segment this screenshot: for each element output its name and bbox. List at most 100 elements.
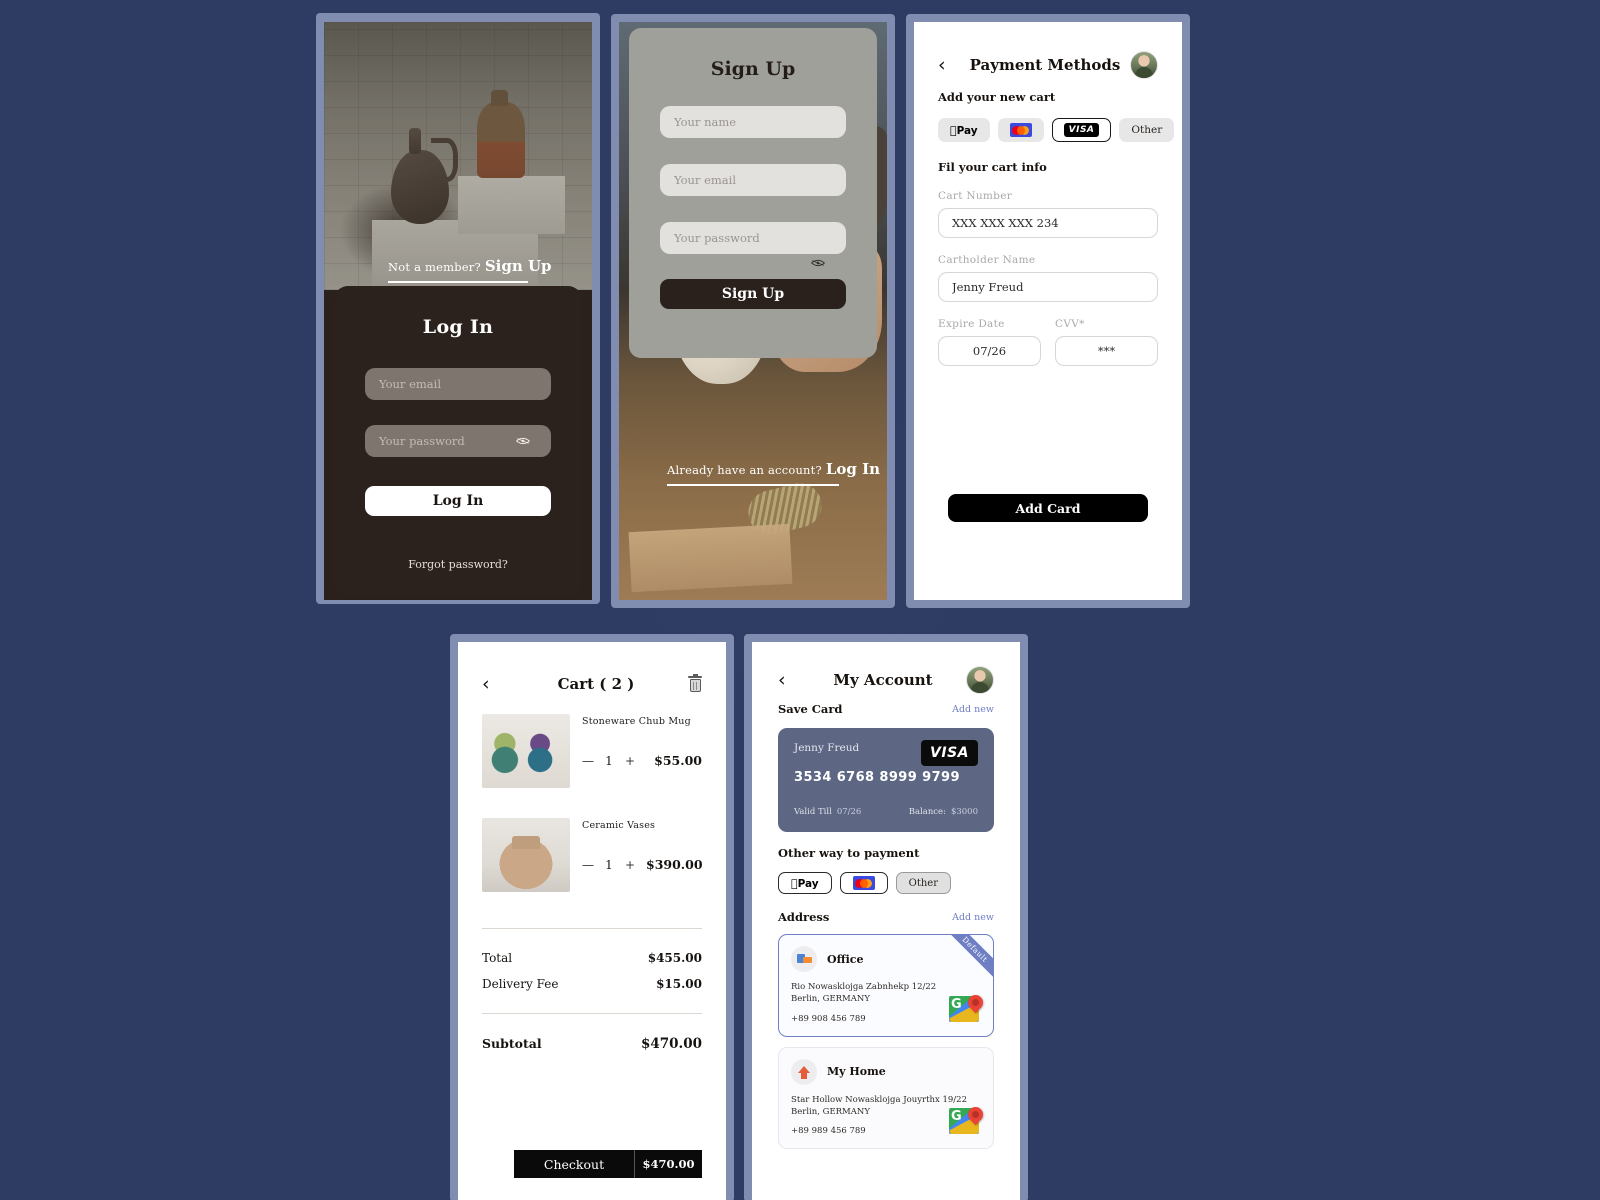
subtotal-value: $470.00 (640, 1036, 702, 1052)
address-section: Address Add new (778, 910, 994, 924)
signup-submit-button[interactable]: Sign Up (660, 279, 846, 309)
add-card-button[interactable]: Add Card (948, 494, 1148, 522)
login-submit-button[interactable]: Log In (365, 486, 551, 516)
signup-form-card: Sign Up Sign Up (629, 28, 877, 358)
payment-methods-screen: ‹ Payment Methods Add your new cart Pay… (906, 14, 1190, 608)
save-card-label: Save Card (778, 702, 843, 716)
signup-action: Sign Up (484, 257, 552, 275)
mastercard-icon (1009, 123, 1032, 137)
forgot-password-link[interactable]: Forgot password? (334, 558, 582, 571)
go-to-signup-link[interactable]: Not a member? Sign Up (388, 256, 552, 283)
pottery-hero-image (324, 22, 592, 290)
cart-item-row: Ceramic Vases — 1 + $390.00 (482, 818, 703, 892)
payment-method-chips: Pay VISA Other (938, 118, 1175, 142)
chip-apple-pay[interactable]: Pay (778, 872, 832, 894)
home-icon (791, 1058, 817, 1085)
add-new-address-link[interactable]: Add new (952, 912, 994, 923)
checkout-bar: Checkout $470.00 (514, 1150, 702, 1178)
product-name: Ceramic Vases (582, 820, 656, 831)
back-icon[interactable]: ‹ (938, 55, 960, 75)
product-price: $390.00 (646, 857, 703, 872)
cardholder-label: Cartholder Name (938, 254, 1036, 266)
apple-icon:  (950, 124, 957, 137)
chip-other[interactable]: Other (1119, 118, 1175, 142)
login-title: Log In (422, 316, 494, 338)
product-name: Stoneware Chub Mug (582, 716, 691, 727)
card-number-label: Cart Number (938, 190, 1013, 202)
office-icon (791, 946, 817, 972)
password-field[interactable] (660, 222, 846, 254)
avatar[interactable] (1130, 51, 1158, 79)
other-payment-chips: Pay Other (778, 872, 994, 894)
valid-till-label: Valid Till (794, 807, 832, 817)
chip-mastercard[interactable] (839, 872, 888, 894)
chip-mastercard[interactable] (997, 118, 1044, 142)
page-title: Cart ( 2 ) (557, 675, 635, 693)
password-field[interactable] (365, 425, 551, 457)
product-price: $55.00 (654, 753, 702, 768)
card-number: 3534 6768 8999 9799 (794, 770, 960, 785)
increase-qty-button[interactable]: + (624, 755, 636, 767)
balance-label: Balance: (908, 807, 946, 817)
login-action: Log In (825, 460, 881, 478)
name-field[interactable] (660, 106, 846, 138)
card-number-input[interactable] (938, 208, 1158, 238)
delivery-fee-label: Delivery Fee (482, 977, 559, 991)
underline (667, 484, 839, 486)
balance-value: $3000 (950, 807, 978, 817)
header: ‹ My Account (778, 642, 994, 694)
valid-till-value: 07/26 (836, 807, 862, 817)
add-new-card-link[interactable]: Add new (952, 704, 994, 715)
visa-icon: VISA (921, 740, 978, 766)
expire-date-input[interactable] (938, 336, 1041, 366)
save-card-section: Save Card Add new (778, 702, 994, 716)
cvv-label: CVV* (1055, 318, 1085, 330)
decrease-qty-button[interactable]: — (582, 755, 594, 767)
saved-credit-card[interactable]: Jenny Freud VISA 3534 6768 8999 9799 Val… (778, 728, 994, 832)
product-thumbnail (482, 714, 570, 788)
expire-date-label: Expire Date (938, 318, 1005, 330)
artboard: Not a member?Sign Up Log In Log In Forgo… (0, 0, 1600, 1200)
signup-title: Sign Up (710, 58, 796, 80)
delivery-fee-row: Delivery Fee $15.00 (482, 977, 702, 991)
cvv-input[interactable] (1055, 336, 1158, 366)
page-title: My Account (833, 671, 933, 689)
visa-icon: VISA (1063, 123, 1100, 137)
address-card-home[interactable]: My Home Star Hollow Nowasklojga Jouyrthx… (778, 1046, 994, 1150)
login-form-card: Log In Log In Forgot password? (334, 286, 582, 596)
go-to-login-link[interactable]: Already have an account? Log In (667, 459, 880, 486)
underline (388, 281, 528, 283)
address-label: Address (778, 910, 830, 924)
cart-item-row: Stoneware Chub Mug — 1 + $55.00 (482, 714, 702, 788)
total-row: Total $455.00 (482, 951, 702, 965)
trash-icon[interactable] (688, 673, 702, 693)
toggle-password-visibility-icon[interactable] (811, 258, 825, 268)
subtotal-row: Subtotal $470.00 (482, 1036, 702, 1052)
email-field[interactable] (660, 164, 846, 196)
product-thumbnail (482, 818, 570, 892)
quantity-value: 1 (605, 753, 613, 768)
cart-screen: ‹ Cart ( 2 ) Stoneware Chub Mug — 1 + $5… (450, 634, 734, 1200)
increase-qty-button[interactable]: + (624, 859, 636, 871)
total-value: $455.00 (647, 951, 702, 965)
back-icon[interactable]: ‹ (778, 670, 800, 690)
address-line-1: Star Hollow Nowasklojga Jouyrthx 19/22 (791, 1094, 967, 1105)
avatar[interactable] (966, 666, 994, 694)
checkout-total-value: $470.00 (634, 1150, 702, 1178)
cardholder-input[interactable] (938, 272, 1158, 302)
chip-other[interactable]: Other (895, 872, 951, 894)
login-question: Already have an account? (667, 463, 822, 477)
my-account-screen: ‹ My Account Save Card Add new Jenny Fre… (744, 634, 1028, 1200)
page-title: Payment Methods (969, 56, 1121, 74)
back-icon[interactable]: ‹ (482, 674, 504, 694)
decrease-qty-button[interactable]: — (582, 859, 594, 871)
checkout-button[interactable]: Checkout (514, 1150, 634, 1178)
address-line-1: Rio Nowasklojga Zabnhekp 12/22 (791, 982, 937, 992)
address-card-office[interactable]: Default Office Rio Nowasklojga Zabnhekp … (778, 934, 994, 1037)
chip-visa[interactable]: VISA (1051, 118, 1112, 142)
email-field[interactable] (365, 368, 551, 400)
divider (482, 1013, 702, 1014)
address-title: Office (827, 952, 864, 966)
fill-info-section-label: Fil your cart info (938, 160, 1047, 174)
chip-apple-pay[interactable]: Pay (938, 118, 990, 142)
